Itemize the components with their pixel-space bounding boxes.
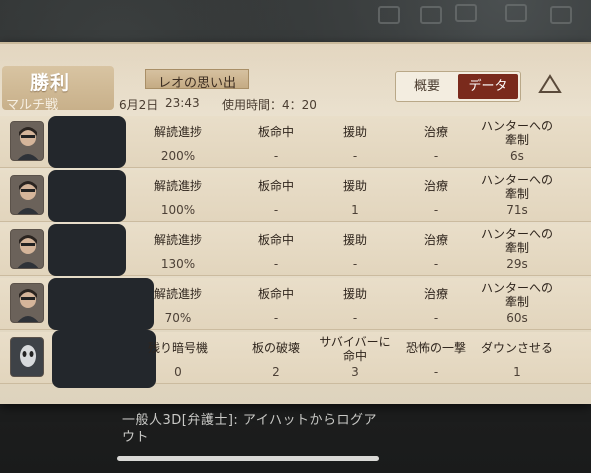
collapse-triangle-icon[interactable] xyxy=(538,74,562,94)
player-name-redacted xyxy=(52,330,156,388)
map-banner: レオの思い出 xyxy=(145,69,249,91)
tab-data[interactable]: データ xyxy=(458,74,518,99)
survivor-row: 解読進捗 130% 板命中 - 援助 - 治療 - ハンターへの 牽制 29s xyxy=(0,224,591,276)
player-name-redacted xyxy=(48,116,126,168)
match-result-panel: 勝利 マルチ戦 レオの思い出 6月2日 23:43 使用時間：4：20 概要 デ… xyxy=(0,42,591,404)
stat-value: 130% xyxy=(160,257,196,271)
player-name-redacted xyxy=(48,224,126,276)
chat-icon[interactable] xyxy=(420,6,442,24)
settings-icon[interactable] xyxy=(378,6,400,24)
stat-label: 解読進捗 xyxy=(153,125,202,139)
player-name-redacted xyxy=(48,170,126,222)
stat-value: 100% xyxy=(160,203,196,217)
hunter-avatar[interactable] xyxy=(10,337,44,377)
survivor-avatar[interactable] xyxy=(10,121,44,161)
stat-value: 60s xyxy=(506,311,528,325)
stat-label: 解読進捗 xyxy=(153,287,202,301)
result-header: 勝利 マルチ戦 レオの思い出 6月2日 23:43 使用時間：4：20 概要 デ… xyxy=(0,44,591,116)
system-message: 一般人3D[弁護士]: アイハットからログアウト xyxy=(122,413,378,445)
stat-label: 解読進捗 xyxy=(153,233,202,247)
view-tabs: 概要 データ xyxy=(395,71,521,102)
survivor-avatar[interactable] xyxy=(10,175,44,215)
match-duration: 使用時間：4：20 xyxy=(222,98,317,112)
stat-value: 29s xyxy=(506,257,528,271)
tab-overview[interactable]: 概要 xyxy=(396,72,458,101)
stat-value: 71s xyxy=(506,203,528,217)
mail-icon[interactable] xyxy=(505,4,527,22)
message-icon[interactable] xyxy=(455,4,477,22)
match-date: 6月2日 xyxy=(119,98,159,112)
stat-label: 残り暗号機 xyxy=(147,341,208,355)
stat-label: ハンターへの 牽制 xyxy=(480,281,553,309)
stat-label: ハンターへの 牽制 xyxy=(480,227,553,255)
survivor-avatar[interactable] xyxy=(10,229,44,269)
game-mode: マルチ戦 xyxy=(6,98,59,113)
home-indicator[interactable] xyxy=(117,456,379,461)
stat-value: 0 xyxy=(174,365,182,379)
stat-label: ダウンさせる xyxy=(480,341,553,355)
map-name: レオの思い出 xyxy=(157,76,236,91)
stat-label: ハンターへの 牽制 xyxy=(480,173,553,201)
survivor-avatar[interactable] xyxy=(10,283,44,323)
result-title: 勝利 xyxy=(30,72,71,94)
match-time: 23:43 xyxy=(165,96,200,110)
survivor-row: 解読進捗 100% 板命中 - 援助 1 治療 - ハンターへの 牽制 71s xyxy=(0,170,591,222)
survivor-row: 解読進捗 200% 板命中 - 援助 - 治療 - ハンターへの 牽制 6s xyxy=(0,116,591,168)
stat-value: 70% xyxy=(164,311,192,325)
stat-value: 200% xyxy=(160,149,196,163)
stat-value: 1 xyxy=(513,365,521,379)
menu-icon[interactable] xyxy=(550,6,572,24)
stat-value: 6s xyxy=(510,149,524,163)
survivor-row: 解読進捗 70% 板命中 - 援助 - 治療 - ハンターへの 牽制 60s xyxy=(0,278,591,330)
stat-label: 解読進捗 xyxy=(153,179,202,193)
hunter-row: 残り暗号機 0 板の破壊 2 サバイバーに 命中 3 恐怖の一撃 - ダウンさせる 1 xyxy=(0,330,591,388)
stat-label: ハンターへの 牽制 xyxy=(480,119,553,147)
